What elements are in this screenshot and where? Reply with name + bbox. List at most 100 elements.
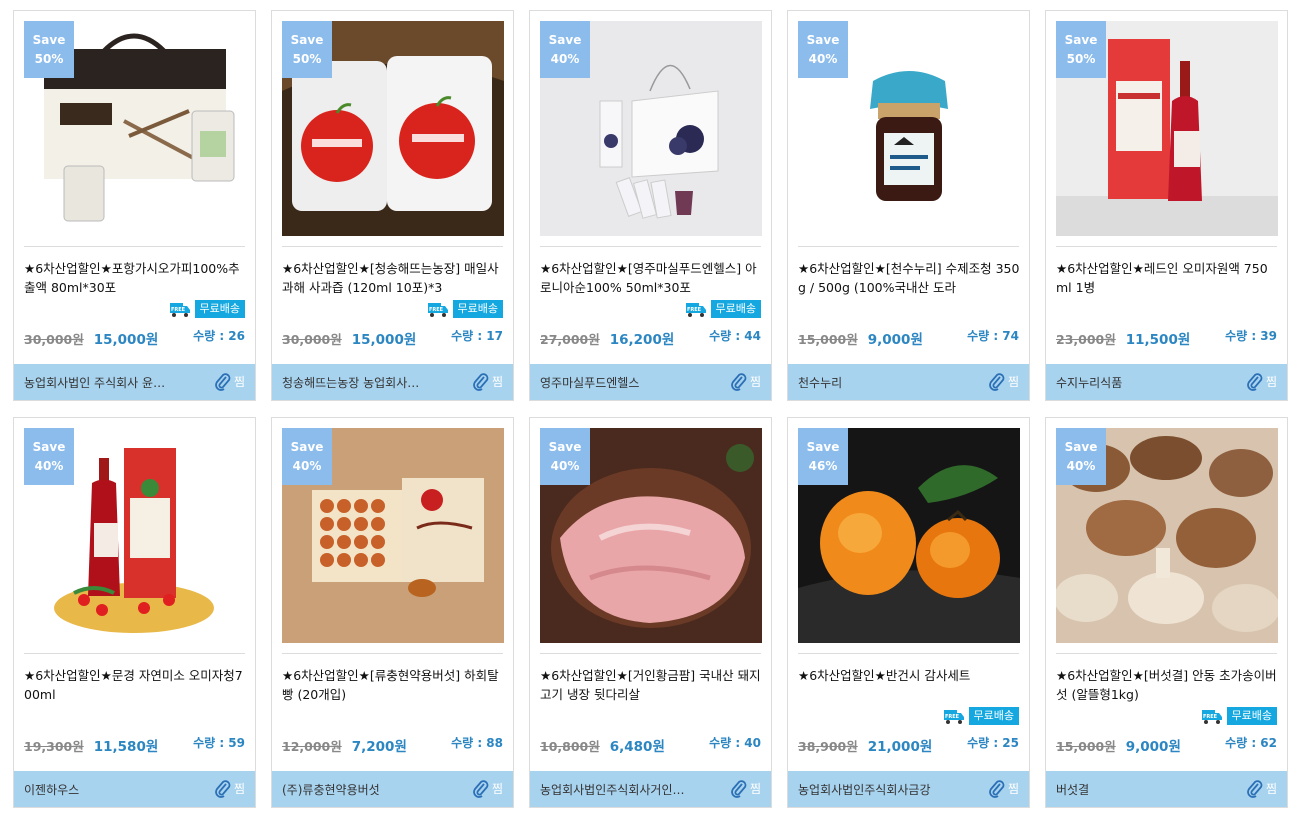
divider (282, 653, 503, 654)
save-badge: Save 50% (282, 21, 332, 78)
divider (282, 246, 503, 247)
original-price: 30,000원 (24, 332, 84, 347)
product-image[interactable]: Save 40% (24, 428, 246, 643)
original-price: 38,900원 (798, 739, 858, 754)
seller-name[interactable]: 농업회사법인 주식회사 윤… (24, 374, 189, 391)
seller-name[interactable]: 이젠하우스 (24, 781, 189, 798)
original-price: 15,000원 (1056, 739, 1116, 754)
card-footer: 농업회사법인주식회사거인… 찜 (530, 771, 771, 807)
product-title[interactable]: ★6차산업할인★[류충현약용버섯] 하회탈빵 (20개입) (282, 666, 505, 704)
wishlist-button[interactable]: 찜 (472, 372, 503, 391)
price-row: 15,000원 9,000원 (798, 328, 923, 348)
wishlist-button[interactable]: 찜 (988, 779, 1019, 798)
seller-name[interactable]: 농업회사법인주식회사거인… (540, 781, 705, 798)
product-image[interactable]: Save 50% (282, 21, 504, 236)
free-shipping: FREE 무료배송 (943, 706, 1019, 726)
divider (540, 653, 761, 654)
divider (1056, 653, 1277, 654)
paperclip-icon (215, 373, 231, 391)
wishlist-button[interactable]: 찜 (730, 372, 761, 391)
free-shipping: FREE 무료배송 (169, 299, 245, 319)
card-footer: 청송해뜨는농장 농업회사… 찜 (272, 364, 513, 400)
product-image[interactable]: Save 40% (282, 428, 504, 643)
product-card[interactable]: Save 46% ★6차산업할인★반건시 감사세트 FREE 무료배송 38,90… (787, 417, 1030, 808)
product-card[interactable]: Save 50% ★6차산업할인★[청송해뜨는농장] 매일사과해 사과즙 (120… (271, 10, 514, 401)
wishlist-button[interactable]: 찜 (1246, 372, 1277, 391)
save-badge: Save 50% (24, 21, 74, 78)
card-footer: 수지누리식품 찜 (1046, 364, 1287, 400)
product-image[interactable]: Save 40% (1056, 428, 1278, 643)
sale-price: 15,000원 (93, 332, 159, 348)
product-image[interactable]: Save 40% (540, 21, 762, 236)
seller-name[interactable]: 수지누리식품 (1056, 374, 1221, 391)
svg-text:FREE: FREE (429, 307, 444, 313)
product-card[interactable]: Save 50% ★6차산업할인★레드인 오미자원액 750ml 1병 23,00… (1045, 10, 1288, 401)
save-badge: Save 40% (798, 21, 848, 78)
wishlist-button[interactable]: 찜 (472, 779, 503, 798)
product-card[interactable]: Save 40% ★6차산업할인★[영주마실푸드엔헬스] 아로니아순100% 50… (529, 10, 772, 401)
save-badge: Save 46% (798, 428, 848, 485)
product-card[interactable]: Save 40% ★6차산업할인★[천수누리] 수제조청 350g / 500g … (787, 10, 1030, 401)
product-title[interactable]: ★6차산업할인★반건시 감사세트 (798, 666, 1021, 704)
product-title[interactable]: ★6차산업할인★[천수누리] 수제조청 350g / 500g (100%국내산… (798, 259, 1021, 297)
quantity: 수량 : 88 (451, 736, 503, 750)
product-image[interactable]: Save 50% (24, 21, 246, 236)
product-title[interactable]: ★6차산업할인★[버섯결] 안동 초가송이버섯 (알뜰형1kg) (1056, 666, 1279, 704)
sale-price: 7,200원 (351, 739, 407, 755)
free-shipping-badge: 무료배송 (194, 300, 245, 318)
product-title[interactable]: ★6차산업할인★문경 자연미소 오미자청700ml (24, 666, 247, 704)
divider (24, 653, 245, 654)
product-title[interactable]: ★6차산업할인★포항가시오가피100%추출액 80ml*30포 (24, 259, 247, 297)
seller-name[interactable]: (주)류충현약용버섯 (282, 781, 447, 798)
seller-name[interactable]: 영주마실푸드엔헬스 (540, 374, 705, 391)
product-card[interactable]: Save 40% ★6차산업할인★[거인황금팜] 국내산 돼지고기 냉장 뒷다리살… (529, 417, 772, 808)
product-title[interactable]: ★6차산업할인★[거인황금팜] 국내산 돼지고기 냉장 뒷다리살 (540, 666, 763, 704)
product-card[interactable]: Save 40% ★6차산업할인★[버섯결] 안동 초가송이버섯 (알뜰형1kg)… (1045, 417, 1288, 808)
product-image[interactable]: Save 46% (798, 428, 1020, 643)
wishlist-button[interactable]: 찜 (730, 779, 761, 798)
card-footer: 영주마실푸드엔헬스 찜 (530, 364, 771, 400)
sale-price: 16,200원 (609, 332, 675, 348)
paperclip-icon (215, 780, 231, 798)
product-card[interactable]: Save 40% ★6차산업할인★[류충현약용버섯] 하회탈빵 (20개입) 12… (271, 417, 514, 808)
price-row: 15,000원 9,000원 (1056, 735, 1181, 755)
quantity: 수량 : 59 (193, 736, 245, 750)
price-row: 30,000원 15,000원 (282, 328, 416, 348)
wishlist-button[interactable]: 찜 (214, 372, 245, 391)
seller-name[interactable]: 천수누리 (798, 374, 963, 391)
divider (798, 246, 1019, 247)
save-badge: Save 40% (540, 428, 590, 485)
product-image[interactable]: Save 50% (1056, 21, 1278, 236)
paperclip-icon (731, 373, 747, 391)
product-title[interactable]: ★6차산업할인★[청송해뜨는농장] 매일사과해 사과즙 (120ml 10포)*… (282, 259, 505, 297)
delivery-truck-icon: FREE (943, 710, 964, 724)
paperclip-icon (1247, 780, 1263, 798)
original-price: 27,000원 (540, 332, 600, 347)
product-card[interactable]: Save 40% ★6차산업할인★문경 자연미소 오미자청700ml 19,300… (13, 417, 256, 808)
divider (540, 246, 761, 247)
free-shipping-badge: 무료배송 (710, 300, 761, 318)
product-image[interactable]: Save 40% (798, 21, 1020, 236)
sale-price: 15,000원 (351, 332, 417, 348)
delivery-truck-icon: FREE (685, 303, 706, 317)
seller-name[interactable]: 버섯결 (1056, 781, 1221, 798)
wishlist-button[interactable]: 찜 (988, 372, 1019, 391)
wishlist-button[interactable]: 찜 (214, 779, 245, 798)
card-footer: 농업회사법인 주식회사 윤… 찜 (14, 364, 255, 400)
save-badge: Save 50% (1056, 21, 1106, 78)
divider (1056, 246, 1277, 247)
quantity: 수량 : 39 (1225, 329, 1277, 343)
wishlist-button[interactable]: 찜 (1246, 779, 1277, 798)
product-image[interactable]: Save 40% (540, 428, 762, 643)
original-price: 15,000원 (798, 332, 858, 347)
save-badge: Save 40% (540, 21, 590, 78)
sale-price: 9,000원 (1125, 739, 1181, 755)
product-card[interactable]: Save 50% ★6차산업할인★포항가시오가피100%추출액 80ml*30포 … (13, 10, 256, 401)
product-title[interactable]: ★6차산업할인★레드인 오미자원액 750ml 1병 (1056, 259, 1279, 297)
original-price: 12,000원 (282, 739, 342, 754)
save-badge: Save 40% (24, 428, 74, 485)
seller-name[interactable]: 농업회사법인주식회사금강 (798, 781, 963, 798)
card-footer: 농업회사법인주식회사금강 찜 (788, 771, 1029, 807)
seller-name[interactable]: 청송해뜨는농장 농업회사… (282, 374, 447, 391)
product-title[interactable]: ★6차산업할인★[영주마실푸드엔헬스] 아로니아순100% 50ml*30포 (540, 259, 763, 297)
